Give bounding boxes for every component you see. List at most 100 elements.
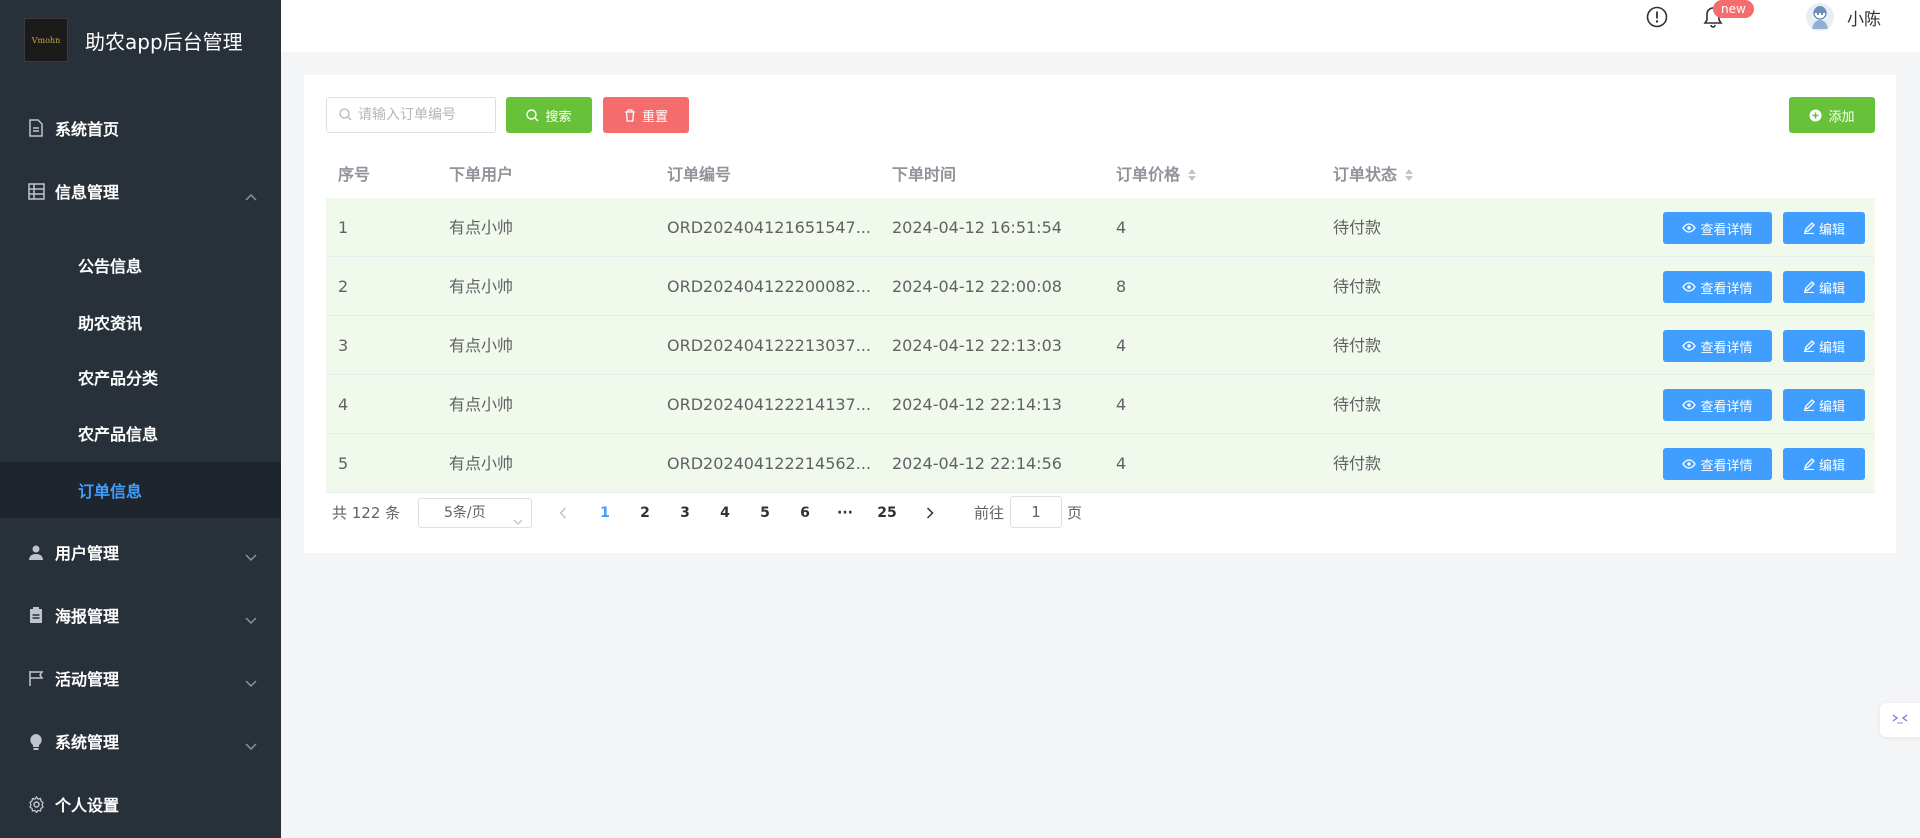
- gear-icon: [26, 794, 46, 814]
- view-details-button[interactable]: 查看详情: [1663, 389, 1772, 421]
- sidebar-subitem-notice[interactable]: 公告信息: [0, 240, 281, 290]
- sidebar-subitem-category[interactable]: 农产品分类: [0, 352, 281, 402]
- sidebar-item-label: 活动管理: [55, 670, 120, 689]
- column-header-status[interactable]: 订单状态: [1333, 155, 1414, 195]
- cell-status: 待付款: [1333, 277, 1382, 296]
- next-page-button[interactable]: [915, 498, 945, 528]
- edit-button[interactable]: 编辑: [1783, 389, 1865, 421]
- floating-sidebar-tab[interactable]: [1880, 703, 1920, 737]
- pagination-total: 共 122 条: [332, 504, 401, 522]
- cell-order-no: ORD202404122213037...: [667, 336, 871, 355]
- page-number[interactable]: 25: [872, 498, 902, 528]
- add-button[interactable]: 添加: [1789, 97, 1875, 133]
- logo-text: Vmohn: [31, 35, 61, 45]
- info-icon[interactable]: [1645, 5, 1669, 29]
- sort-icon[interactable]: [1188, 169, 1197, 181]
- chevron-down-icon: [513, 508, 523, 536]
- view-details-button[interactable]: 查看详情: [1663, 448, 1772, 480]
- page-number[interactable]: 6: [790, 498, 820, 528]
- eye-icon: [1682, 459, 1697, 469]
- bulb-icon: [26, 731, 46, 751]
- cell-status: 待付款: [1333, 454, 1382, 473]
- edit-button[interactable]: 编辑: [1783, 271, 1865, 303]
- prev-page-button[interactable]: [548, 498, 578, 528]
- cell-index: 3: [338, 336, 349, 355]
- page-number[interactable]: 3: [670, 498, 700, 528]
- cell-status: 待付款: [1333, 336, 1382, 355]
- chevron-right-icon: [926, 504, 934, 523]
- page-size-select[interactable]: 5条/页: [418, 498, 532, 528]
- search-field[interactable]: [326, 97, 496, 133]
- sidebar-subitem-orders[interactable]: 订单信息: [0, 462, 281, 518]
- edit-button[interactable]: 编辑: [1783, 212, 1865, 244]
- column-header-price-label: 订单价格: [1116, 165, 1181, 184]
- edit-icon: [1803, 222, 1815, 234]
- app-logo: Vmohn: [24, 18, 68, 62]
- sidebar-item-label: 用户管理: [55, 544, 120, 563]
- edit-icon: [1803, 399, 1815, 411]
- cell-user: 有点小帅: [449, 277, 514, 296]
- username[interactable]: 小陈: [1847, 5, 1881, 30]
- reset-button-label: 重置: [641, 109, 668, 125]
- sidebar-subitem-products[interactable]: 农产品信息: [0, 408, 281, 458]
- edit-icon: [1803, 458, 1815, 470]
- edit-label: 编辑: [1818, 399, 1845, 415]
- table-row: 1 有点小帅 ORD202404121651547... 2024-04-12 …: [326, 198, 1875, 257]
- view-details-button[interactable]: 查看详情: [1663, 330, 1772, 362]
- eye-icon: [1682, 223, 1697, 233]
- view-details-label: 查看详情: [1700, 281, 1753, 297]
- sidebar-item-posters[interactable]: 海报管理: [0, 589, 281, 641]
- sidebar-item-home[interactable]: 系统首页: [0, 102, 281, 154]
- page-number[interactable]: 4: [710, 498, 740, 528]
- cell-time: 2024-04-12 22:14:56: [892, 454, 1062, 473]
- search-input[interactable]: [358, 107, 488, 123]
- eye-icon: [1682, 282, 1697, 292]
- cell-order-no: ORD202404122214137...: [667, 395, 871, 414]
- sidebar-item-settings[interactable]: 个人设置: [0, 778, 281, 830]
- eye-icon: [1682, 400, 1697, 410]
- sidebar-item-users[interactable]: 用户管理: [0, 526, 281, 578]
- sidebar-item-activities[interactable]: 活动管理: [0, 652, 281, 704]
- chevron-left-icon: [559, 504, 567, 523]
- chevron-down-icon: [245, 736, 257, 755]
- table-row: 5 有点小帅 ORD202404122214562... 2024-04-12 …: [326, 434, 1875, 493]
- edit-button[interactable]: 编辑: [1783, 448, 1865, 480]
- cell-index: 2: [338, 277, 349, 296]
- goto-page-input[interactable]: [1010, 496, 1062, 528]
- sidebar-item-info[interactable]: 信息管理: [0, 165, 281, 217]
- cell-price: 8: [1116, 277, 1127, 296]
- page-number[interactable]: 1: [590, 498, 620, 528]
- table-row: 2 有点小帅 ORD202404122200082... 2024-04-12 …: [326, 257, 1875, 316]
- sidebar-item-label: 系统首页: [55, 120, 120, 139]
- column-header-order-no: 订单编号: [667, 165, 732, 184]
- reset-button[interactable]: 重置: [603, 97, 689, 133]
- view-details-button[interactable]: 查看详情: [1663, 271, 1772, 303]
- view-details-label: 查看详情: [1700, 399, 1753, 415]
- cell-order-no: ORD202404122200082...: [667, 277, 871, 296]
- sidebar-item-system[interactable]: 系统管理: [0, 715, 281, 767]
- search-button-label: 搜索: [545, 109, 572, 125]
- sort-icon[interactable]: [1405, 169, 1414, 181]
- cell-price: 4: [1116, 454, 1127, 473]
- chevron-down-icon: [245, 610, 257, 629]
- column-header-price[interactable]: 订单价格: [1116, 155, 1197, 195]
- edit-button[interactable]: 编辑: [1783, 330, 1865, 362]
- sidebar-subitem-news[interactable]: 助农资讯: [0, 297, 281, 347]
- view-details-label: 查看详情: [1700, 340, 1753, 356]
- page-number[interactable]: 5: [750, 498, 780, 528]
- cell-order-no: ORD202404122214562...: [667, 454, 871, 473]
- edit-label: 编辑: [1818, 222, 1845, 238]
- page-number[interactable]: 2: [630, 498, 660, 528]
- edit-icon: [1803, 340, 1815, 352]
- avatar[interactable]: [1806, 3, 1834, 31]
- page-ellipsis[interactable]: ···: [830, 498, 860, 528]
- trash-icon: [624, 108, 636, 122]
- page-size-value: 5条/页: [444, 505, 486, 521]
- cell-index: 1: [338, 218, 349, 237]
- search-button[interactable]: 搜索: [506, 97, 592, 133]
- chevron-down-icon: [245, 547, 257, 566]
- column-header-index: 序号: [338, 165, 371, 184]
- edit-icon: [1803, 281, 1815, 293]
- cell-index: 4: [338, 395, 349, 414]
- view-details-button[interactable]: 查看详情: [1663, 212, 1772, 244]
